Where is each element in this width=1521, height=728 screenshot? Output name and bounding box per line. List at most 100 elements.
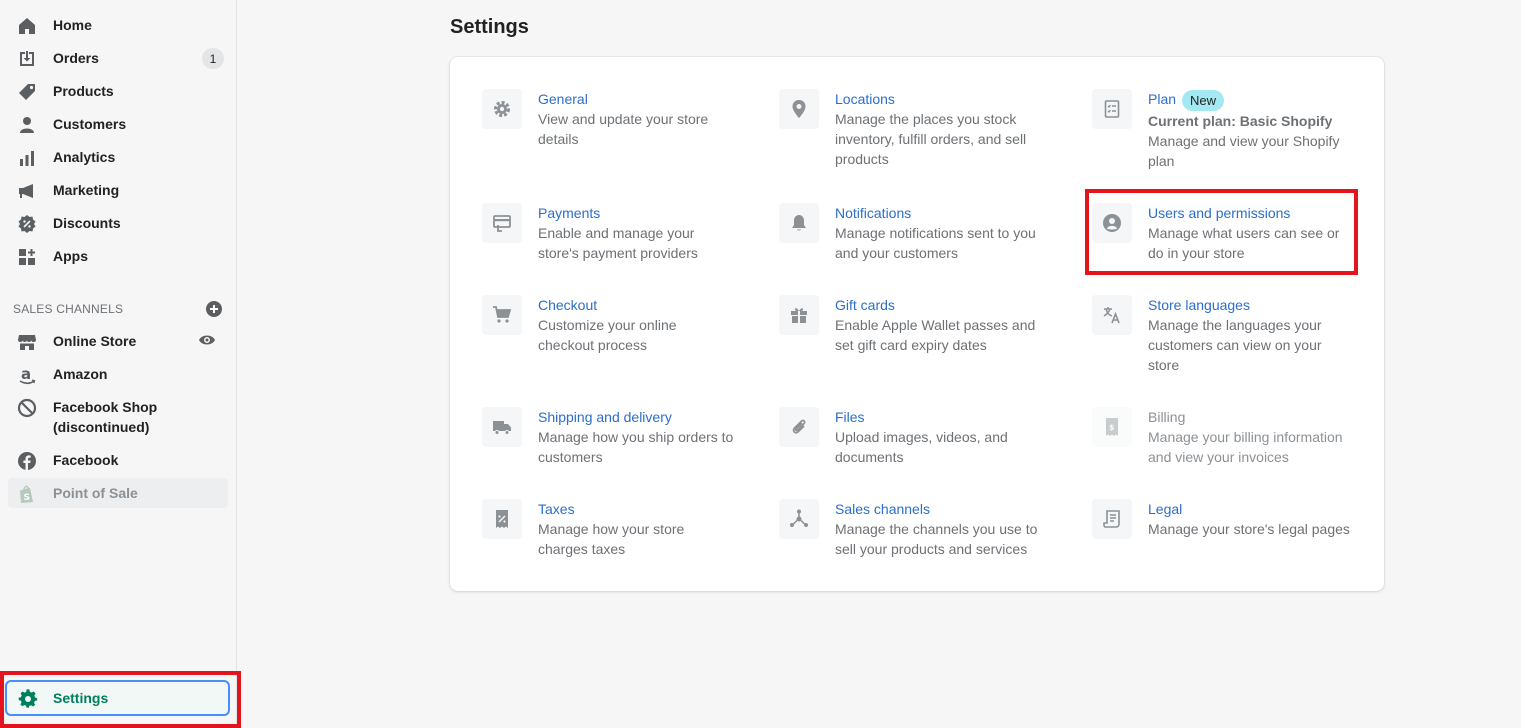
page-title: Settings <box>450 16 529 38</box>
sidebar-item-label: Facebook Shop (discontinued) <box>53 399 158 435</box>
sidebar-item-point-of-sale[interactable]: S Point of Sale <box>8 478 228 508</box>
tile-description: Manage how you ship orders to customers <box>538 429 734 465</box>
current-plan-text: Current plan: Basic Shopify <box>1148 113 1333 129</box>
tag-icon <box>16 81 37 102</box>
tile-description: Manage the channels you use to sell your… <box>835 521 1038 557</box>
settings-tile-plan[interactable]: Plan New Current plan: Basic Shopify Mana… <box>1092 89 1362 171</box>
translate-icon <box>1092 295 1132 335</box>
tile-description: Manage what users can see or do in your … <box>1148 225 1340 261</box>
settings-tile-store-languages[interactable]: Store languages Manage the languages you… <box>1092 295 1362 375</box>
gear-icon <box>18 689 38 709</box>
tile-title: Gift cards <box>835 297 895 313</box>
settings-tile-billing[interactable]: $ Billing Manage your billing informatio… <box>1092 407 1362 467</box>
sidebar-item-customers[interactable]: Customers <box>8 109 228 139</box>
sidebar-item-label: Home <box>53 17 92 33</box>
tile-title: Users and permissions <box>1148 205 1291 221</box>
sales-channels-icon <box>779 499 819 539</box>
sidebar-item-orders[interactable]: Orders 1 <box>8 43 228 73</box>
add-sales-channel-icon[interactable] <box>205 300 223 318</box>
amazon-icon: a <box>16 364 37 385</box>
sales-channels-heading: SALES CHANNELS <box>13 300 223 318</box>
blocked-icon <box>16 397 37 418</box>
sidebar-item-label: Customers <box>53 116 127 132</box>
tile-title: Locations <box>835 91 895 107</box>
discount-icon <box>16 213 37 234</box>
tile-title: Files <box>835 409 865 425</box>
sidebar-item-facebook[interactable]: Facebook <box>8 445 228 475</box>
plan-title: Plan <box>1148 91 1177 107</box>
tile-title: Notifications <box>835 205 912 221</box>
tile-title: Legal <box>1148 501 1183 517</box>
sidebar-item-label: Orders <box>53 50 99 66</box>
tile-description: Enable Apple Wallet passes and set gift … <box>835 317 1036 353</box>
eye-icon[interactable] <box>198 333 216 349</box>
facebook-icon <box>16 450 37 471</box>
plan-checklist-icon <box>1092 89 1132 129</box>
sidebar-item-label: Online Store <box>53 333 137 349</box>
settings-tile-notifications[interactable]: Notifications Manage notifications sent … <box>779 203 1059 263</box>
sidebar-item-label: Analytics <box>53 149 116 165</box>
bar-chart-icon <box>16 147 37 168</box>
truck-icon <box>482 407 522 447</box>
new-badge: New <box>1182 89 1225 111</box>
tile-title: Plan New <box>1148 89 1225 111</box>
sidebar-item-online-store[interactable]: Online Store <box>8 326 228 356</box>
tile-title: Sales channels <box>835 501 930 517</box>
tile-description: Manage your billing information and view… <box>1148 429 1343 465</box>
settings-tile-general[interactable]: General View and update your store detai… <box>482 89 742 149</box>
tile-description: Manage how your store charges taxes <box>538 521 685 557</box>
sidebar-item-settings[interactable]: Settings <box>5 680 230 716</box>
sales-channels-label: SALES CHANNELS <box>13 302 124 316</box>
tile-description: Enable and manage your store's payment p… <box>538 225 698 261</box>
settings-tile-legal[interactable]: Legal Manage your store's legal pages <box>1092 499 1362 549</box>
sidebar-item-label: Amazon <box>53 366 108 382</box>
tile-description: Upload images, videos, and documents <box>835 429 1008 465</box>
settings-tile-sales-channels[interactable]: Sales channels Manage the channels you u… <box>779 499 1059 559</box>
settings-tile-files[interactable]: Files Upload images, videos, and documen… <box>779 407 1059 467</box>
home-icon <box>16 15 37 36</box>
sidebar-item-label: Facebook <box>53 452 119 468</box>
sidebar-item-amazon[interactable]: a Amazon <box>8 359 228 389</box>
shopify-bag-icon: S <box>16 483 37 504</box>
orders-count-badge: 1 <box>202 48 224 69</box>
gift-icon <box>779 295 819 335</box>
settings-tile-shipping-and-delivery[interactable]: Shipping and delivery Manage how you shi… <box>482 407 742 467</box>
payments-icon <box>482 203 522 243</box>
apps-icon <box>16 246 37 267</box>
sidebar-item-facebook-shop[interactable]: Facebook Shop (discontinued) <box>8 392 228 440</box>
orders-icon <box>16 48 37 69</box>
sidebar-item-apps[interactable]: Apps <box>8 241 228 271</box>
settings-tile-locations[interactable]: Locations Manage the places you stock in… <box>779 89 1059 169</box>
tile-description: View and update your store details <box>538 111 709 147</box>
sidebar-item-marketing[interactable]: Marketing <box>8 175 228 205</box>
billing-receipt-icon: $ <box>1092 407 1132 447</box>
sidebar-item-label: Apps <box>53 248 88 264</box>
settings-card: General View and update your store detai… <box>450 57 1384 591</box>
sidebar-item-home[interactable]: Home <box>8 10 228 40</box>
user-circle-icon <box>1092 203 1132 243</box>
settings-tile-users-and-permissions[interactable]: Users and permissions Manage what users … <box>1092 203 1362 263</box>
sidebar-item-label: Discounts <box>53 215 121 231</box>
location-pin-icon <box>779 89 819 129</box>
cart-icon <box>482 295 522 335</box>
tile-title: Checkout <box>538 297 598 313</box>
sidebar-item-discounts[interactable]: Discounts <box>8 208 228 238</box>
tile-description: Manage the places you stock inventory, f… <box>835 111 1027 167</box>
sidebar-item-label: Point of Sale <box>53 485 138 501</box>
settings-tile-taxes[interactable]: Taxes Manage how your store charges taxe… <box>482 499 742 559</box>
legal-document-icon <box>1092 499 1132 539</box>
sidebar-item-analytics[interactable]: Analytics <box>8 142 228 172</box>
tax-receipt-icon <box>482 499 522 539</box>
settings-tile-payments[interactable]: Payments Enable and manage your store's … <box>482 203 742 263</box>
settings-label: Settings <box>53 690 109 706</box>
sidebar-item-products[interactable]: Products <box>8 76 228 106</box>
tile-title: Taxes <box>538 501 575 517</box>
gear-icon <box>482 89 522 129</box>
paperclip-icon <box>779 407 819 447</box>
settings-tile-checkout[interactable]: Checkout Customize your online checkout … <box>482 295 742 355</box>
svg-text:a: a <box>21 365 31 383</box>
tile-title: General <box>538 91 588 107</box>
tile-description: Manage the languages your customers can … <box>1148 317 1322 373</box>
settings-tile-gift-cards[interactable]: Gift cards Enable Apple Wallet passes an… <box>779 295 1059 355</box>
svg-text:S: S <box>23 493 29 503</box>
